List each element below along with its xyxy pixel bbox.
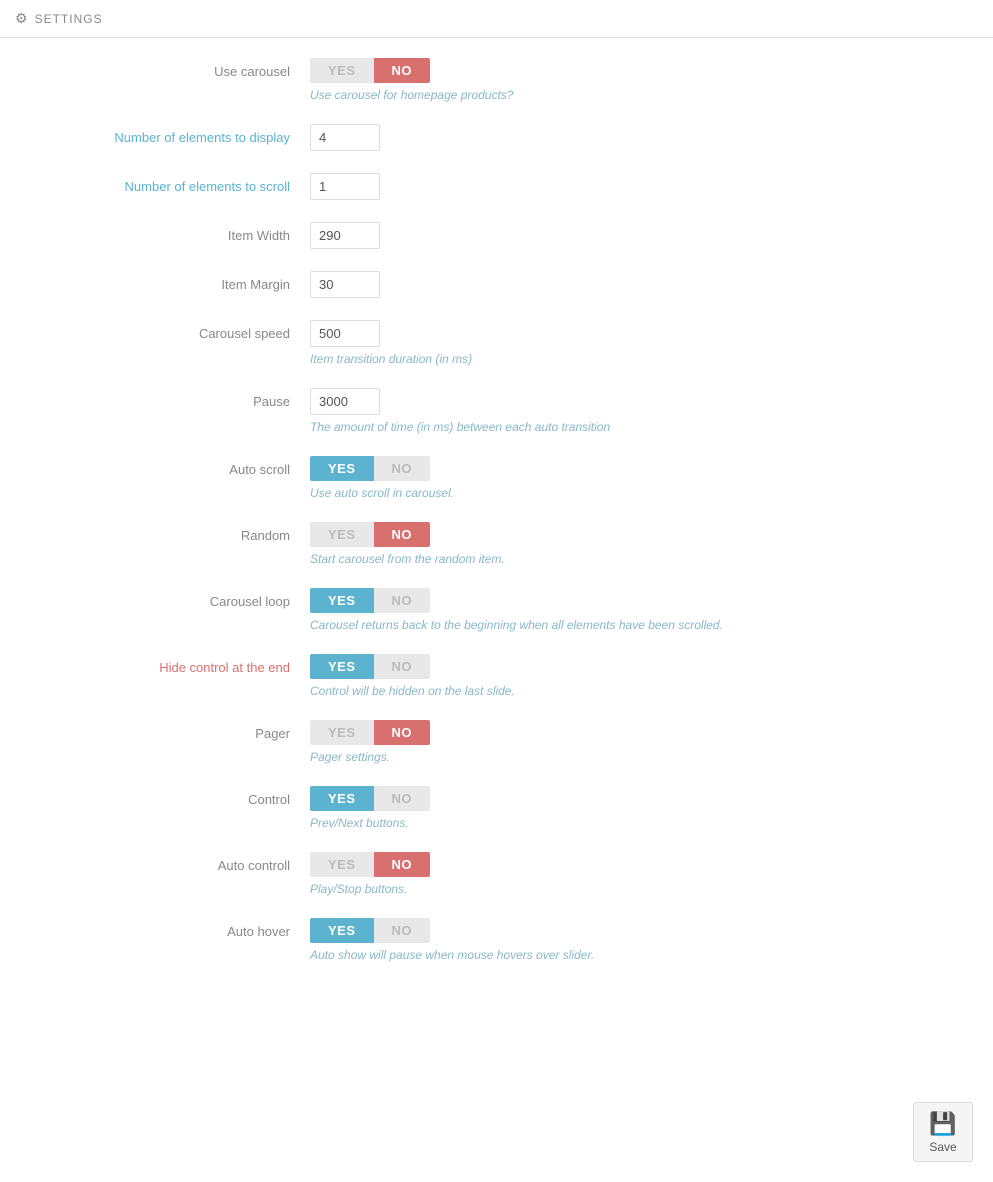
form-row-random: RandomYESNO Start carousel from the rando… <box>0 522 993 566</box>
hint-auto-hover: Auto show will pause when mouse hovers o… <box>310 948 973 962</box>
hint-use-carousel: Use carousel for homepage products? <box>310 88 973 102</box>
toggle-no-control[interactable]: NO <box>374 786 431 811</box>
toggle-yes-carousel-loop[interactable]: YES <box>310 588 374 613</box>
gear-icon: ⚙ <box>15 10 29 27</box>
toggle-no-carousel-loop[interactable]: NO <box>374 588 431 613</box>
toggle-no-auto-scroll[interactable]: NO <box>374 456 431 481</box>
input-pause[interactable] <box>310 388 380 415</box>
label-use-carousel: Use carousel <box>20 58 310 79</box>
label-random: Random <box>20 522 310 543</box>
toggle-group-hide-control: YESNO <box>310 654 973 679</box>
toggle-no-pager[interactable]: NO <box>374 720 431 745</box>
form-row-use-carousel: Use carouselYESNO Use carousel for homepa… <box>0 58 993 102</box>
hint-hide-control: Control will be hidden on the last slide… <box>310 684 973 698</box>
toggle-group-auto-hover: YESNO <box>310 918 973 943</box>
hint-control: Prev/Next buttons. <box>310 816 973 830</box>
label-pager: Pager <box>20 720 310 741</box>
label-carousel-speed: Carousel speed <box>20 320 310 341</box>
label-auto-controll: Auto controll <box>20 852 310 873</box>
control-area-item-margin <box>310 271 973 298</box>
form-row-num-elements-display: Number of elements to display <box>0 124 993 151</box>
label-auto-scroll: Auto scroll <box>20 456 310 477</box>
toggle-no-use-carousel[interactable]: NO <box>374 58 431 83</box>
save-button-container: 💾 Save <box>913 1102 973 1162</box>
control-area-random: YESNO Start carousel from the random item… <box>310 522 973 566</box>
label-control: Control <box>20 786 310 807</box>
control-area-pause: The amount of time (in ms) between each … <box>310 388 973 434</box>
control-area-auto-scroll: YESNO Use auto scroll in carousel. <box>310 456 973 500</box>
toggle-group-control: YESNO <box>310 786 973 811</box>
hint-pause: The amount of time (in ms) between each … <box>310 420 973 434</box>
toggle-no-hide-control[interactable]: NO <box>374 654 431 679</box>
label-num-elements-scroll: Number of elements to scroll <box>20 173 310 194</box>
control-area-carousel-speed: Item transition duration (in ms) <box>310 320 973 366</box>
save-label: Save <box>929 1140 956 1154</box>
control-area-num-elements-display <box>310 124 973 151</box>
input-num-elements-display[interactable] <box>310 124 380 151</box>
hint-carousel-loop: Carousel returns back to the beginning w… <box>310 618 973 632</box>
form-row-item-width: Item Width <box>0 222 993 249</box>
form-row-carousel-loop: Carousel loopYESNO Carousel returns back … <box>0 588 993 632</box>
control-area-hide-control: YESNO Control will be hidden on the last … <box>310 654 973 698</box>
settings-content: Use carouselYESNOUse carousel for homepa… <box>0 38 993 1004</box>
form-row-pause: PauseThe amount of time (in ms) between … <box>0 388 993 434</box>
toggle-group-random: YESNO <box>310 522 973 547</box>
toggle-yes-random[interactable]: YES <box>310 522 374 547</box>
control-area-auto-controll: YESNO Play/Stop buttons. <box>310 852 973 896</box>
label-item-margin: Item Margin <box>20 271 310 292</box>
hint-auto-controll: Play/Stop buttons. <box>310 882 973 896</box>
toggle-group-auto-controll: YESNO <box>310 852 973 877</box>
label-auto-hover: Auto hover <box>20 918 310 939</box>
toggle-yes-auto-scroll[interactable]: YES <box>310 456 374 481</box>
page-header: ⚙ SETTINGS <box>0 0 993 38</box>
label-hide-control: Hide control at the end <box>20 654 310 675</box>
form-row-auto-hover: Auto hoverYESNO Auto show will pause when… <box>0 918 993 962</box>
form-row-item-margin: Item Margin <box>0 271 993 298</box>
label-item-width: Item Width <box>20 222 310 243</box>
toggle-group-use-carousel: YESNO <box>310 58 973 83</box>
form-row-carousel-speed: Carousel speedItem transition duration (… <box>0 320 993 366</box>
page-title: SETTINGS <box>35 12 103 26</box>
form-row-hide-control: Hide control at the endYESNO Control will… <box>0 654 993 698</box>
hint-auto-scroll: Use auto scroll in carousel. <box>310 486 973 500</box>
toggle-no-auto-hover[interactable]: NO <box>374 918 431 943</box>
control-area-num-elements-scroll <box>310 173 973 200</box>
toggle-yes-auto-hover[interactable]: YES <box>310 918 374 943</box>
toggle-group-pager: YESNO <box>310 720 973 745</box>
input-num-elements-scroll[interactable] <box>310 173 380 200</box>
toggle-yes-use-carousel[interactable]: YES <box>310 58 374 83</box>
label-num-elements-display: Number of elements to display <box>20 124 310 145</box>
form-row-auto-controll: Auto controllYESNO Play/Stop buttons. <box>0 852 993 896</box>
input-item-width[interactable] <box>310 222 380 249</box>
toggle-no-random[interactable]: NO <box>374 522 431 547</box>
control-area-carousel-loop: YESNO Carousel returns back to the beginn… <box>310 588 973 632</box>
toggle-yes-control[interactable]: YES <box>310 786 374 811</box>
control-area-use-carousel: YESNO Use carousel for homepage products? <box>310 58 973 102</box>
save-icon: 💾 <box>929 1111 956 1137</box>
hint-pager: Pager settings. <box>310 750 973 764</box>
control-area-auto-hover: YESNO Auto show will pause when mouse hov… <box>310 918 973 962</box>
hint-random: Start carousel from the random item. <box>310 552 973 566</box>
toggle-yes-hide-control[interactable]: YES <box>310 654 374 679</box>
toggle-yes-auto-controll[interactable]: YES <box>310 852 374 877</box>
label-carousel-loop: Carousel loop <box>20 588 310 609</box>
toggle-no-auto-controll[interactable]: NO <box>374 852 431 877</box>
form-row-pager: PagerYESNO Pager settings. <box>0 720 993 764</box>
toggle-yes-pager[interactable]: YES <box>310 720 374 745</box>
input-item-margin[interactable] <box>310 271 380 298</box>
save-button[interactable]: 💾 Save <box>913 1102 973 1162</box>
input-carousel-speed[interactable] <box>310 320 380 347</box>
label-pause: Pause <box>20 388 310 409</box>
toggle-group-carousel-loop: YESNO <box>310 588 973 613</box>
control-area-item-width <box>310 222 973 249</box>
hint-carousel-speed: Item transition duration (in ms) <box>310 352 973 366</box>
form-row-auto-scroll: Auto scrollYESNO Use auto scroll in carou… <box>0 456 993 500</box>
control-area-control: YESNO Prev/Next buttons. <box>310 786 973 830</box>
control-area-pager: YESNO Pager settings. <box>310 720 973 764</box>
form-row-control: ControlYESNO Prev/Next buttons. <box>0 786 993 830</box>
toggle-group-auto-scroll: YESNO <box>310 456 973 481</box>
form-row-num-elements-scroll: Number of elements to scroll <box>0 173 993 200</box>
